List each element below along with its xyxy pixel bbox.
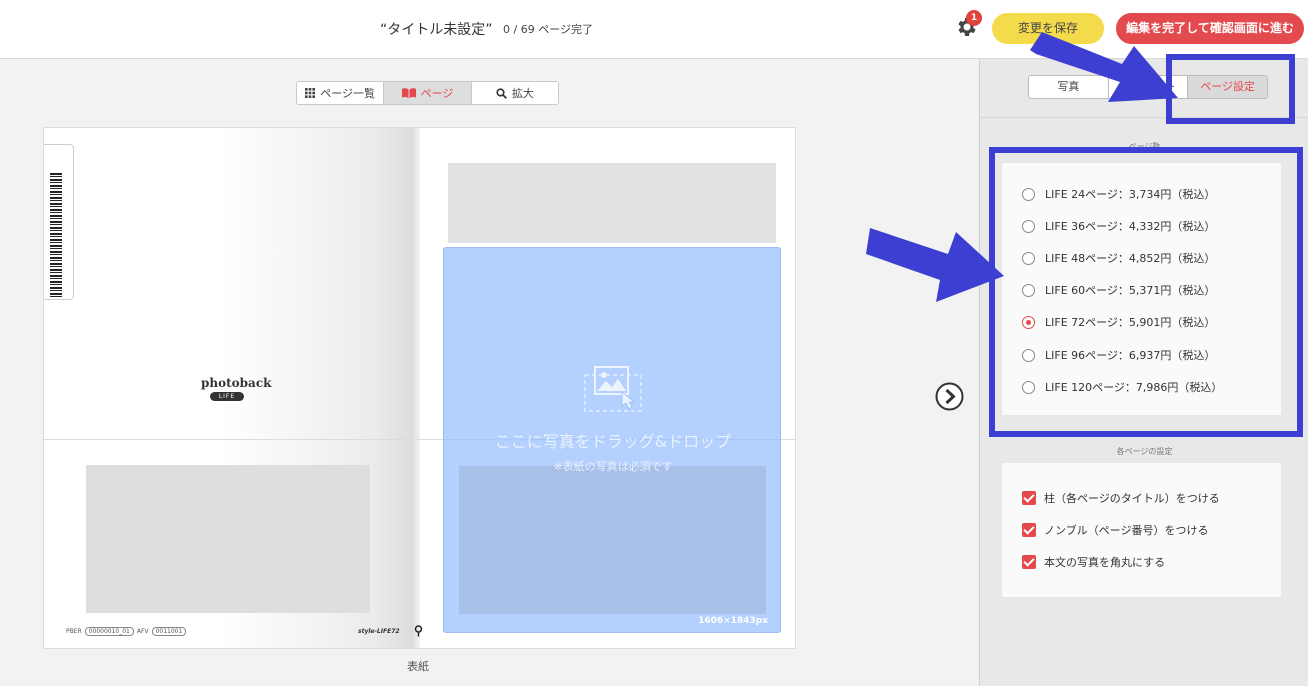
tab-page-list-label: ページ一覧 <box>320 87 376 100</box>
album-title[interactable]: “タイトル未設定” <box>380 19 493 39</box>
front-cover-title-slot[interactable] <box>448 163 776 243</box>
checkbox[interactable] <box>1022 555 1036 569</box>
setting-rounded-photos[interactable]: 本文の写真を角丸にする <box>1022 554 1165 570</box>
page-settings-card: 柱（各ページのタイトル）をつける ノンブル（ページ番号）をつける 本文の写真を角… <box>1002 463 1281 597</box>
logo-life-badge: LIFE <box>210 392 244 401</box>
grid-icon <box>305 88 316 98</box>
style-code: style-LIFE72 <box>358 628 400 635</box>
dropzone-main-text: ここに写真をドラッグ&ドロップ <box>494 432 732 451</box>
afv-code: 0011001 <box>151 627 187 636</box>
pber-label: PBER <box>66 628 82 635</box>
setting-label: 本文の写真を角丸にする <box>1044 556 1166 569</box>
pber-code: 00000010_01 <box>84 627 134 636</box>
barcode-icon <box>50 173 62 297</box>
checkbox[interactable] <box>1022 491 1036 505</box>
next-page-arrow-icon[interactable] <box>935 382 964 411</box>
tab-zoom[interactable]: 拡大 <box>472 82 558 104</box>
spine-fold <box>410 128 420 648</box>
setting-page-number[interactable]: ノンブル（ページ番号）をつける <box>1022 522 1208 538</box>
page-label: 表紙 <box>407 660 429 673</box>
dropzone-sub-text: ※表紙の写真は必須です <box>553 460 673 473</box>
setting-label: 柱（各ページのタイトル）をつける <box>1044 492 1220 505</box>
tab-zoom-label: 拡大 <box>511 87 534 100</box>
pin-icon[interactable] <box>414 625 423 637</box>
front-cover-photo-slot <box>459 466 766 614</box>
photo-dropzone[interactable]: ここに写真をドラッグ&ドロップ ※表紙の写真は必須です 1606×1843px <box>443 247 781 633</box>
footer-codes: PBER 00000010_01 AFV 0011001 <box>66 627 187 636</box>
book-spread: photoback LIFE PBER 00000010_01 AFV 0011… <box>43 127 796 649</box>
tab-page-list[interactable]: ページ一覧 <box>297 82 385 104</box>
barcode-tab <box>44 144 74 300</box>
notification-badge: 1 <box>966 10 982 26</box>
view-mode-tabs: ページ一覧 ページ 拡大 <box>296 81 559 105</box>
search-icon <box>496 87 507 99</box>
highlight-box-page-settings-tab <box>1166 54 1295 124</box>
setting-label: ノンブル（ページ番号）をつける <box>1044 524 1209 537</box>
page-settings-title: 各ページの設定 <box>1116 447 1173 456</box>
back-cover-photo-slot[interactable] <box>86 465 370 613</box>
photoback-logo: photoback <box>201 376 271 390</box>
tab-page-label: ページ <box>420 87 454 100</box>
photo-size-label: 1606×1843px <box>698 616 768 626</box>
tab-page[interactable]: ページ <box>384 82 472 104</box>
image-drop-icon <box>584 366 642 412</box>
afv-label: AFV <box>136 628 149 635</box>
logo-text: photoback <box>201 376 272 390</box>
highlight-box-page-count <box>989 147 1303 437</box>
book-icon <box>401 88 416 98</box>
setting-running-title[interactable]: 柱（各ページのタイトル）をつける <box>1022 490 1220 506</box>
progress-text: 0 / 69 ページ完了 <box>503 23 593 36</box>
annotation-arrow-icon <box>866 228 1004 302</box>
checkbox[interactable] <box>1022 523 1036 537</box>
annotation-arrow-icon <box>1030 32 1178 102</box>
